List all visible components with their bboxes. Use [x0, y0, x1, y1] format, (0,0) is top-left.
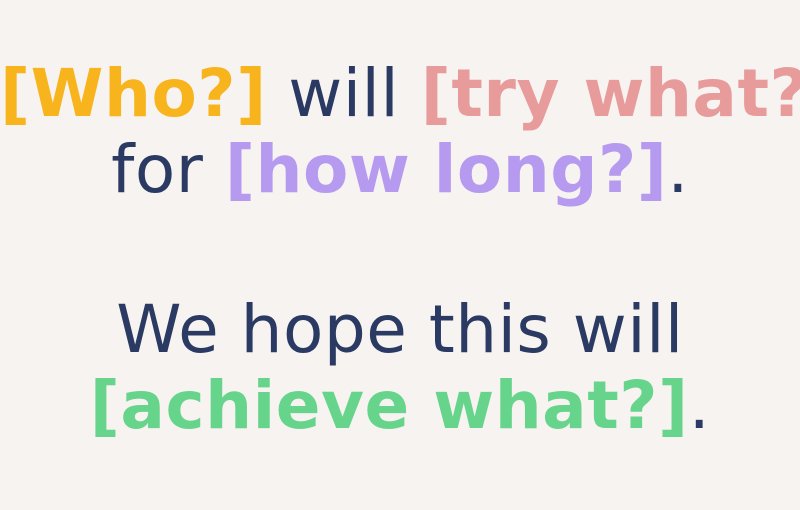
word-will: will	[266, 55, 421, 132]
hypothesis-template: [Who?] will [try what?] for [how long?].…	[0, 0, 800, 510]
placeholder-try-what: [try what?]	[420, 55, 800, 132]
sentence-line-1: [Who?] will [try what?]	[0, 56, 800, 132]
sentence-line-3: We hope this will	[0, 292, 800, 368]
placeholder-achieve-what: [achieve what?]	[89, 367, 689, 444]
text-we-hope: We hope this will	[116, 291, 684, 368]
sentence-line-4: [achieve what?].	[0, 368, 800, 444]
placeholder-how-long: [how long?]	[224, 131, 668, 208]
period-line-2: .	[667, 131, 689, 208]
word-for: for	[111, 131, 225, 208]
placeholder-who: [Who?]	[0, 55, 267, 132]
sentence-line-2: for [how long?].	[0, 132, 800, 208]
period-line-4: .	[688, 367, 711, 444]
